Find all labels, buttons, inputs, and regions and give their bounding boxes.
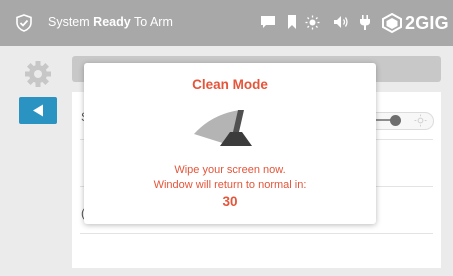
shield-check-icon <box>16 14 32 32</box>
dialog-title: Clean Mode <box>192 77 268 92</box>
volume-icon[interactable] <box>333 15 350 29</box>
status-prefix: System <box>48 15 90 29</box>
bookmark-icon[interactable] <box>287 15 297 29</box>
back-button[interactable] <box>19 97 57 124</box>
gear-icon[interactable] <box>24 60 52 88</box>
countdown-value: 30 <box>222 194 238 209</box>
status-bold: Ready <box>93 15 131 29</box>
system-status-text[interactable]: System Ready To Arm <box>48 15 173 29</box>
message-icon[interactable] <box>260 15 276 29</box>
brand-logo-icon <box>382 12 402 34</box>
plug-icon[interactable] <box>359 15 371 30</box>
row-divider <box>80 233 433 234</box>
clean-mode-dialog: Clean Mode Wipe your screen now. Window … <box>84 63 376 224</box>
back-arrow-icon <box>33 104 43 117</box>
status-bar: System Ready To Arm 2GIG <box>0 0 453 46</box>
brightness-icon <box>414 114 427 127</box>
status-suffix: To Arm <box>133 15 173 29</box>
brightness-slider-knob[interactable] <box>389 115 401 126</box>
brightness-icon[interactable] <box>305 15 320 30</box>
dialog-instruction: Wipe your screen now. <box>174 164 286 176</box>
brand-name: 2GIG <box>405 13 449 33</box>
wiper-icon <box>194 110 252 146</box>
dialog-return-note: Window will return to normal in: <box>153 179 307 191</box>
